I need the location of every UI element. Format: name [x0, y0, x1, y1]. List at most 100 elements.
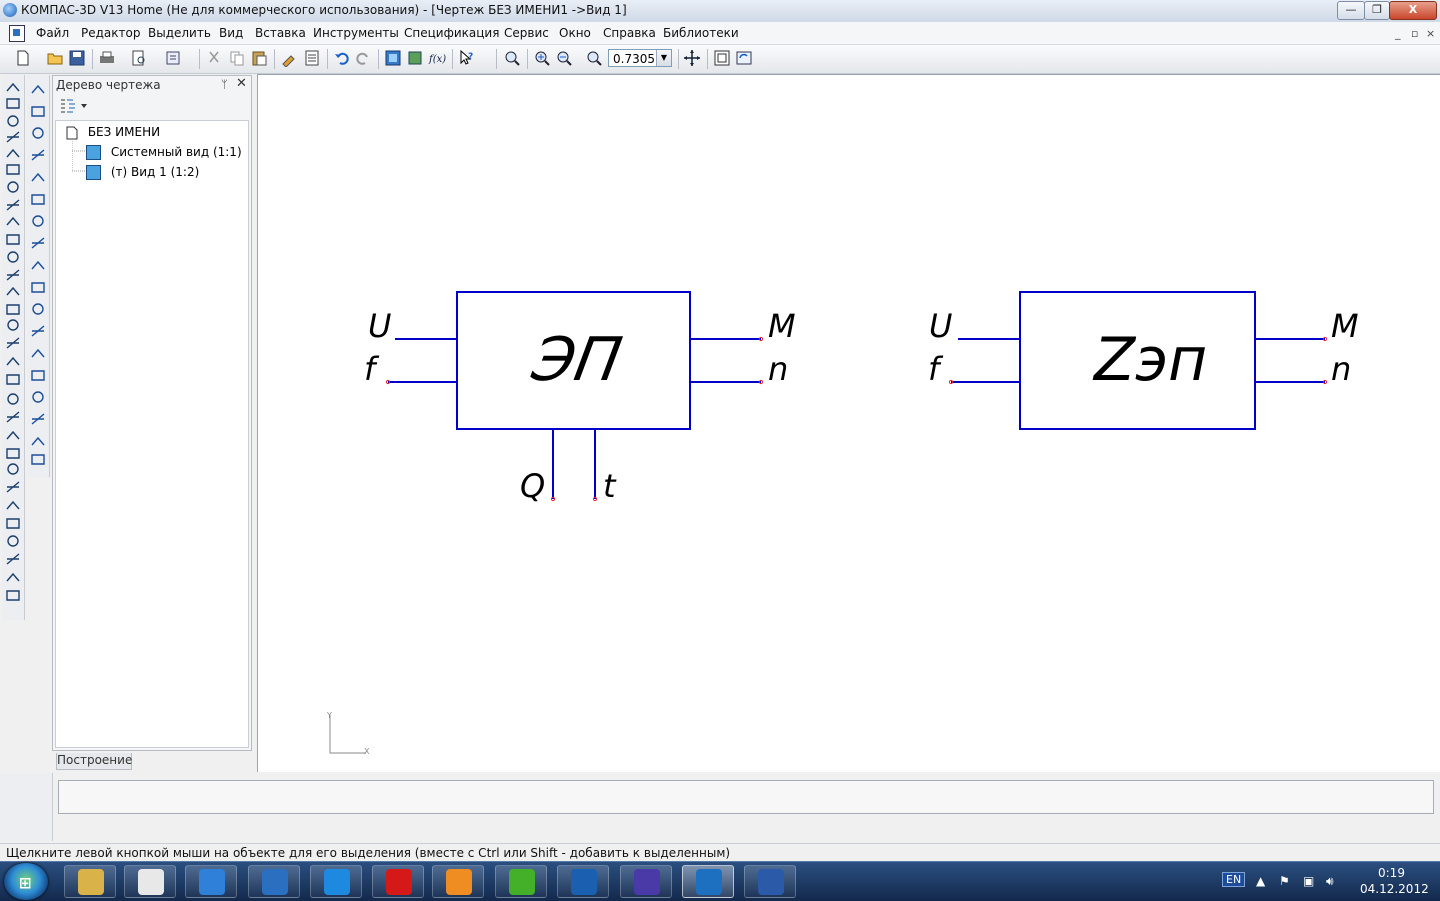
tool-icon[interactable]	[6, 356, 20, 366]
tool-icon[interactable]	[31, 84, 45, 94]
menu-select[interactable]: Выделить	[148, 26, 211, 40]
open-folder-icon[interactable]	[46, 49, 64, 67]
show-all-icon[interactable]	[713, 49, 731, 67]
paste-icon[interactable]	[250, 49, 268, 67]
drawing-canvas[interactable]: ЭП U f M n Q t Zэп U f M n Y X	[257, 74, 1440, 772]
tool-icon[interactable]	[32, 215, 44, 227]
variables-icon[interactable]: f(x)	[428, 49, 446, 67]
document-icon[interactable]	[9, 25, 25, 42]
tool-icon[interactable]	[6, 481, 20, 493]
help-pointer-icon[interactable]: ?	[458, 49, 476, 67]
menu-tools[interactable]: Инструменты	[313, 26, 399, 40]
volume-icon[interactable]: 🔊︎	[1326, 874, 1334, 889]
menu-specification[interactable]: Спецификация	[404, 26, 499, 40]
tool-icon[interactable]	[6, 500, 20, 510]
tool-icon[interactable]	[6, 518, 20, 529]
mdi-close-button[interactable]: ×	[1426, 27, 1435, 40]
tool-icon[interactable]	[31, 413, 45, 425]
drawing-view[interactable]: ЭП U f M n Q t Zэп U f M n Y X	[258, 75, 1440, 772]
library-manager-icon[interactable]	[406, 49, 424, 67]
tool-icon[interactable]	[6, 304, 20, 315]
zoom-out-icon[interactable]	[555, 49, 573, 67]
tool-icon[interactable]	[6, 164, 20, 175]
tool-icon[interactable]	[6, 374, 20, 385]
tool-icon[interactable]	[6, 286, 20, 296]
tool-icon[interactable]	[31, 348, 45, 358]
tool-icon[interactable]	[6, 590, 20, 601]
action-center-flag-icon[interactable]: ⚑	[1279, 874, 1290, 888]
maximize-button[interactable]: ❐	[1364, 1, 1390, 20]
tool-icon[interactable]	[6, 199, 20, 211]
tree-item-system-view[interactable]: Системный вид (1:1)	[86, 145, 242, 163]
taskbar-app-button[interactable]	[495, 865, 547, 898]
menu-help[interactable]: Справка	[603, 26, 656, 40]
tool-icon[interactable]	[7, 463, 19, 475]
taskbar-app-button[interactable]	[682, 865, 734, 898]
properties-panel[interactable]	[58, 780, 1434, 814]
close-icon[interactable]: ✕	[236, 76, 247, 91]
chevron-down-icon[interactable]: ▼	[656, 50, 671, 66]
clock-time[interactable]: 0:19	[1378, 866, 1405, 880]
properties-icon[interactable]	[165, 49, 183, 67]
taskbar-app-button[interactable]	[310, 865, 362, 898]
tool-icon[interactable]	[6, 337, 20, 349]
cut-icon[interactable]	[205, 49, 223, 67]
tool-icon[interactable]	[7, 535, 19, 547]
pin-icon[interactable]: ᛘ	[221, 78, 228, 91]
show-hidden-icons-icon[interactable]: ▲	[1256, 874, 1265, 888]
menu-window[interactable]: Окно	[559, 26, 591, 40]
tool-icon[interactable]	[6, 148, 20, 158]
taskbar-app-button[interactable]	[185, 865, 237, 898]
menu-view[interactable]: Вид	[219, 26, 243, 40]
tool-icon[interactable]	[7, 115, 19, 127]
taskbar-app-button[interactable]	[64, 865, 116, 898]
tool-icon[interactable]	[31, 237, 45, 249]
tool-icon[interactable]	[31, 149, 45, 161]
tree-view-mode-icon[interactable]	[59, 98, 89, 114]
taskbar-app-button[interactable]	[248, 865, 300, 898]
minimize-button[interactable]: —	[1337, 1, 1365, 20]
list-icon[interactable]	[303, 49, 321, 67]
taskbar-app-button[interactable]	[620, 865, 672, 898]
mdi-restore-button[interactable]: ▫	[1411, 27, 1418, 40]
language-indicator[interactable]: EN	[1222, 872, 1246, 887]
pan-icon[interactable]	[683, 49, 701, 67]
zoom-in-icon[interactable]	[533, 49, 551, 67]
tool-icon[interactable]	[32, 303, 44, 315]
menu-editor[interactable]: Редактор	[81, 26, 140, 40]
tool-icon[interactable]	[6, 553, 20, 565]
tool-icon[interactable]	[31, 282, 45, 293]
zoom-window-icon[interactable]	[503, 49, 521, 67]
tool-icon[interactable]	[31, 172, 45, 182]
geometry-panel-icons[interactable]	[27, 75, 49, 477]
zoom-scale-icon[interactable]	[585, 49, 603, 67]
tool-icon[interactable]	[7, 251, 19, 263]
tab-construction[interactable]: Построение	[56, 753, 132, 770]
format-brush-icon[interactable]	[280, 49, 298, 67]
tool-icon[interactable]	[6, 234, 20, 245]
tool-icon[interactable]	[6, 448, 20, 459]
tool-icon[interactable]	[32, 391, 44, 403]
menu-file[interactable]: Файл	[36, 26, 69, 40]
start-button[interactable]: ⊞	[4, 863, 48, 900]
tool-icon[interactable]	[31, 325, 45, 337]
print-preview-icon[interactable]	[130, 49, 148, 67]
tool-icon[interactable]	[7, 393, 19, 405]
menu-insert[interactable]: Вставка	[255, 26, 306, 40]
tool-icon[interactable]	[7, 181, 19, 193]
copy-icon[interactable]	[228, 49, 246, 67]
tool-icon[interactable]	[6, 269, 20, 281]
tool-icon[interactable]	[31, 106, 45, 117]
tool-icon[interactable]	[7, 319, 19, 331]
refresh-icon[interactable]	[735, 49, 753, 67]
tree-item-view1[interactable]: (т) Вид 1 (1:2)	[86, 165, 199, 183]
tool-icon[interactable]	[6, 430, 20, 440]
print-icon[interactable]	[98, 49, 116, 67]
tool-icon[interactable]	[6, 572, 20, 582]
tool-icon[interactable]	[31, 436, 45, 446]
redo-icon[interactable]	[354, 49, 372, 67]
tool-icon[interactable]	[31, 260, 45, 270]
undo-icon[interactable]	[333, 49, 351, 67]
close-button[interactable]: X	[1389, 1, 1437, 20]
tool-icon[interactable]	[6, 216, 20, 226]
